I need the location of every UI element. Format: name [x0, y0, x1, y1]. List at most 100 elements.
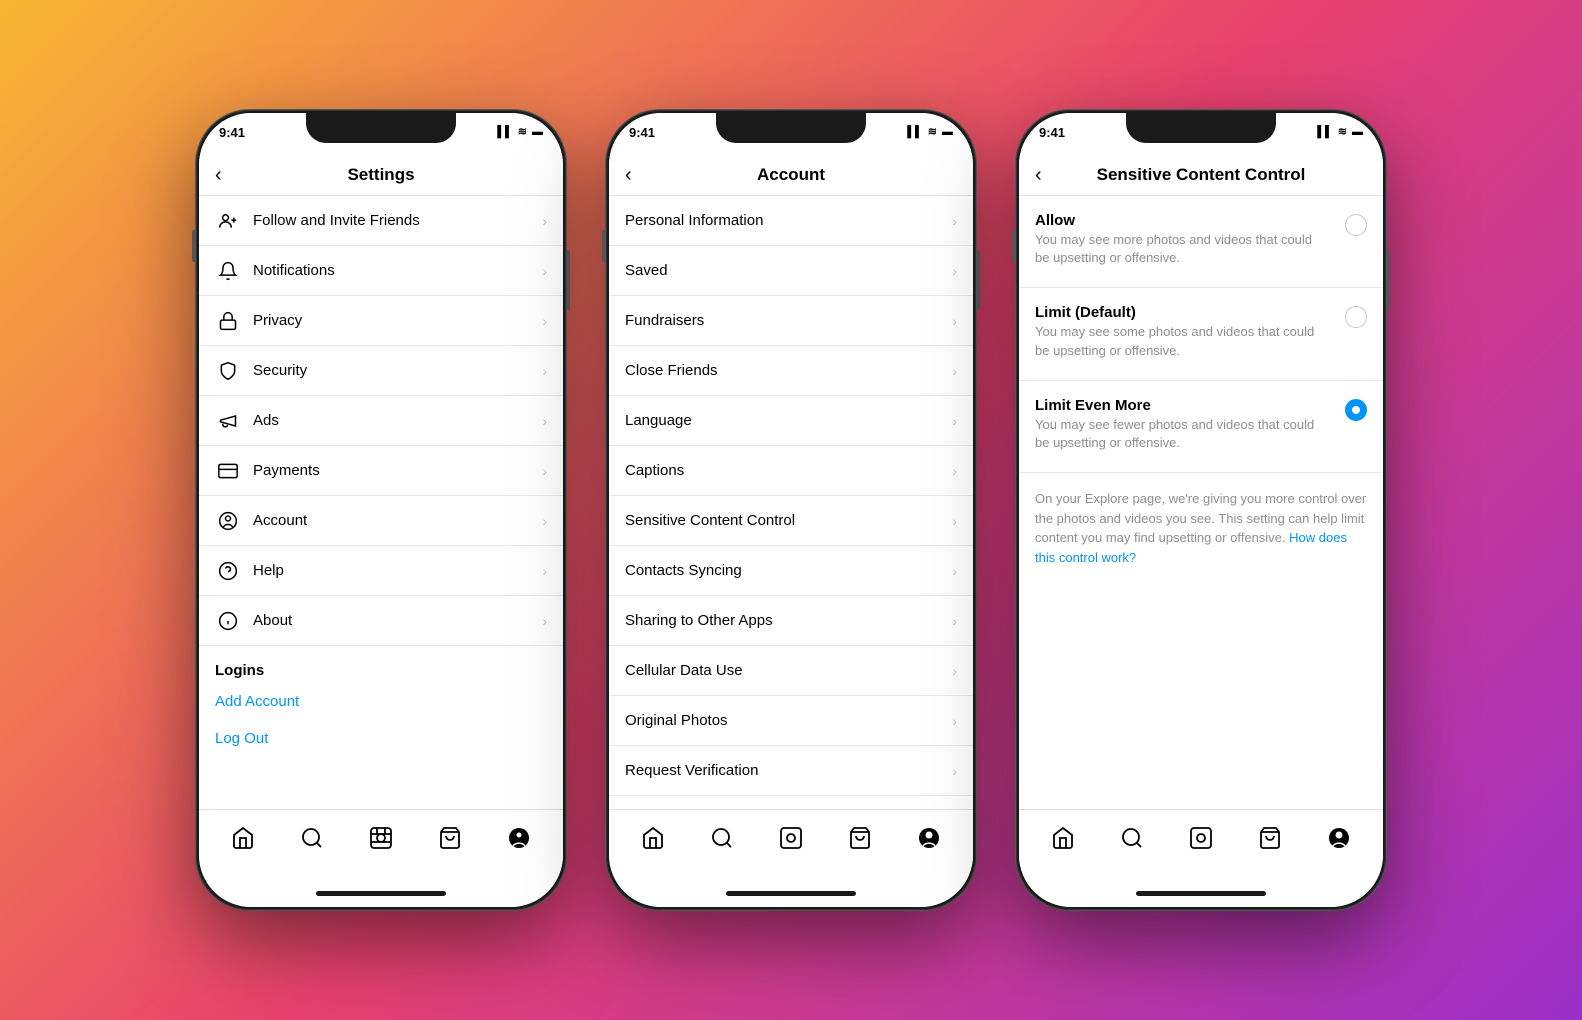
person-add-icon — [215, 208, 241, 234]
sensitive-label: Sensitive Content Control — [625, 512, 952, 529]
account-item-contacts[interactable]: Contacts Syncing › — [609, 546, 973, 596]
status-bar-2: 9:41 ▌▌ ≋ ▬ — [609, 113, 973, 157]
bell-icon — [215, 258, 241, 284]
home-nav-1[interactable] — [223, 818, 263, 858]
account-item-cellular[interactable]: Cellular Data Use › — [609, 646, 973, 696]
search-nav-3[interactable] — [1112, 818, 1152, 858]
reels-nav-3[interactable] — [1181, 818, 1221, 858]
search-nav-1[interactable] — [292, 818, 332, 858]
page-title-3: Sensitive Content Control — [1097, 165, 1306, 185]
settings-item-about[interactable]: About › — [199, 596, 563, 646]
chevron-icon-help: › — [542, 563, 547, 579]
shield-icon — [215, 358, 241, 384]
account-item-captions[interactable]: Captions › — [609, 446, 973, 496]
account-item-original-photos[interactable]: Original Photos › — [609, 696, 973, 746]
settings-item-payments[interactable]: Payments › — [199, 446, 563, 496]
account-item-posts-liked[interactable]: Posts You've Liked › — [609, 796, 973, 809]
notch-3 — [1126, 113, 1276, 143]
notch-1 — [306, 113, 456, 143]
profile-nav-3[interactable] — [1319, 818, 1359, 858]
question-circle-icon — [215, 558, 241, 584]
account-item-sharing[interactable]: Sharing to Other Apps › — [609, 596, 973, 646]
phone-account: 9:41 ▌▌ ≋ ▬ ‹ Account Personal Informati… — [606, 110, 976, 910]
status-icons-3: ▌▌ ≋ ▬ — [1317, 125, 1363, 138]
page-title-1: Settings — [347, 165, 414, 185]
home-indicator-2 — [609, 879, 973, 907]
chevron-original-photos: › — [952, 713, 957, 729]
add-account-link[interactable]: Add Account — [199, 683, 563, 720]
ads-label: Ads — [253, 412, 542, 429]
reels-nav-1[interactable] — [361, 818, 401, 858]
notch-2 — [716, 113, 866, 143]
wifi-icon-1: ≋ — [518, 125, 527, 138]
signal-icon-2: ▌▌ — [907, 126, 923, 138]
option-limit-title: Limit (Default) — [1035, 304, 1345, 321]
account-item-request-verification[interactable]: Request Verification › — [609, 746, 973, 796]
home-nav-2[interactable] — [633, 818, 673, 858]
original-photos-label: Original Photos — [625, 712, 952, 729]
shop-nav-2[interactable] — [840, 818, 880, 858]
phone-sensitive-content: 9:41 ▌▌ ≋ ▬ ‹ Sensitive Content Control … — [1016, 110, 1386, 910]
notifications-label: Notifications — [253, 262, 542, 279]
status-icons-1: ▌▌ ≋ ▬ — [497, 125, 543, 138]
account-item-personal[interactable]: Personal Information › — [609, 196, 973, 246]
search-nav-2[interactable] — [702, 818, 742, 858]
shop-nav-1[interactable] — [430, 818, 470, 858]
home-indicator-3 — [1019, 879, 1383, 907]
back-button-3[interactable]: ‹ — [1035, 164, 1042, 187]
chevron-icon-account: › — [542, 513, 547, 529]
home-nav-3[interactable] — [1043, 818, 1083, 858]
settings-item-notifications[interactable]: Notifications › — [199, 246, 563, 296]
status-bar-1: 9:41 ▌▌ ≋ ▬ — [199, 113, 563, 157]
card-icon — [215, 458, 241, 484]
account-item-language[interactable]: Language › — [609, 396, 973, 446]
option-limit-more[interactable]: Limit Even More You may see fewer photos… — [1019, 381, 1383, 473]
back-button-1[interactable]: ‹ — [215, 164, 222, 187]
option-allow-title: Allow — [1035, 212, 1345, 229]
request-verification-label: Request Verification — [625, 762, 952, 779]
account-item-close-friends[interactable]: Close Friends › — [609, 346, 973, 396]
chevron-sharing: › — [952, 613, 957, 629]
settings-item-follow[interactable]: Follow and Invite Friends › — [199, 196, 563, 246]
contacts-label: Contacts Syncing — [625, 562, 952, 579]
chevron-language: › — [952, 413, 957, 429]
reels-nav-2[interactable] — [771, 818, 811, 858]
settings-item-security[interactable]: Security › — [199, 346, 563, 396]
option-allow[interactable]: Allow You may see more photos and videos… — [1019, 196, 1383, 288]
chevron-sensitive: › — [952, 513, 957, 529]
chevron-cellular: › — [952, 663, 957, 679]
home-indicator-1 — [199, 879, 563, 907]
chevron-icon-privacy: › — [542, 313, 547, 329]
account-item-sensitive[interactable]: Sensitive Content Control › — [609, 496, 973, 546]
radio-limit-default[interactable] — [1345, 306, 1367, 328]
security-label: Security — [253, 362, 542, 379]
person-circle-icon — [215, 508, 241, 534]
bottom-nav-1 — [199, 809, 563, 879]
settings-item-privacy[interactable]: Privacy › — [199, 296, 563, 346]
chevron-icon-security: › — [542, 363, 547, 379]
radio-limit-more[interactable] — [1345, 399, 1367, 421]
profile-nav-2[interactable] — [909, 818, 949, 858]
megaphone-icon — [215, 408, 241, 434]
status-bar-3: 9:41 ▌▌ ≋ ▬ — [1019, 113, 1383, 157]
home-bar-3 — [1136, 891, 1266, 896]
settings-item-help[interactable]: Help › — [199, 546, 563, 596]
option-allow-text: Allow You may see more photos and videos… — [1035, 212, 1345, 267]
account-item-fundraisers[interactable]: Fundraisers › — [609, 296, 973, 346]
back-button-2[interactable]: ‹ — [625, 164, 632, 187]
status-icons-2: ▌▌ ≋ ▬ — [907, 125, 953, 138]
lock-icon — [215, 308, 241, 334]
radio-allow[interactable] — [1345, 214, 1367, 236]
profile-nav-1[interactable] — [499, 818, 539, 858]
account-item-saved[interactable]: Saved › — [609, 246, 973, 296]
status-time-3: 9:41 — [1039, 125, 1065, 140]
option-limit-default[interactable]: Limit (Default) You may see some photos … — [1019, 288, 1383, 380]
bottom-nav-2 — [609, 809, 973, 879]
log-out-link[interactable]: Log Out — [199, 720, 563, 757]
shop-nav-3[interactable] — [1250, 818, 1290, 858]
settings-item-account[interactable]: Account › — [199, 496, 563, 546]
chevron-icon-payments: › — [542, 463, 547, 479]
settings-item-ads[interactable]: Ads › — [199, 396, 563, 446]
account-label: Account — [253, 512, 542, 529]
follow-label: Follow and Invite Friends — [253, 212, 542, 229]
